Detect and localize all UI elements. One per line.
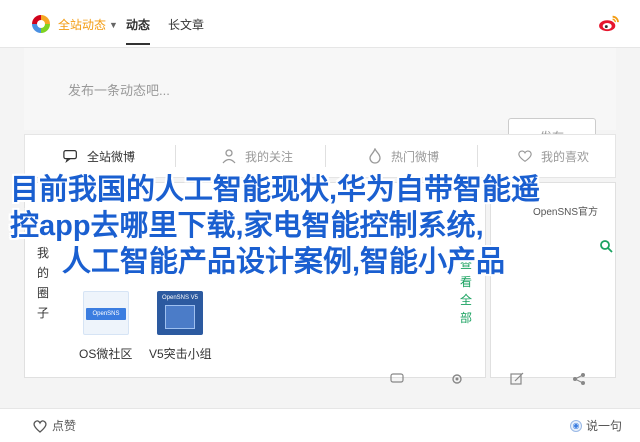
filter-label: 全站微博: [87, 149, 136, 164]
screen-image: [165, 305, 195, 329]
settings-icon[interactable]: [450, 372, 464, 386]
divider: [325, 145, 326, 167]
filter-label: 热门微博: [391, 149, 440, 164]
v5-group-thumb[interactable]: OpenSNS V5: [157, 291, 203, 335]
chat-icon: [63, 150, 77, 164]
bottom-bar: 点赞 ◉ 说一句: [0, 408, 640, 442]
heart-icon: [518, 150, 532, 163]
tab-long-article[interactable]: 长文章: [168, 16, 204, 33]
site-dropdown[interactable]: 全站动态 ▼: [58, 16, 118, 33]
site-logo-icon: [32, 15, 50, 33]
top-bar: 全站动态 ▼ 动态 长文章: [0, 0, 640, 48]
v5-group-label[interactable]: V5突击小组: [149, 345, 212, 362]
post-actions: [120, 372, 600, 388]
filter-following[interactable]: 我的关注: [221, 135, 293, 177]
label-char: 子: [36, 306, 49, 320]
like-label: 点赞: [52, 419, 77, 433]
compose-area[interactable]: 发布一条动态吧... 发布: [24, 48, 616, 154]
link-char: 部: [459, 311, 472, 325]
comment-icon[interactable]: [390, 372, 404, 386]
filter-all-weibo[interactable]: 全站微博: [63, 135, 135, 177]
say-label: 说一句: [586, 419, 623, 433]
link-char: 全: [459, 293, 472, 307]
site-dropdown-label: 全站动态: [58, 18, 107, 32]
share-icon[interactable]: [572, 372, 586, 386]
user-icon: [222, 149, 236, 164]
heart-icon: [33, 419, 47, 433]
os-community-label[interactable]: OS微社区: [79, 345, 132, 362]
say-button[interactable]: ◉ 说一句: [570, 417, 622, 434]
opensns-badge: OpenSNS: [86, 308, 126, 320]
edit-icon[interactable]: [510, 372, 524, 386]
speech-icon: ◉: [570, 419, 582, 432]
os-community-thumb[interactable]: OpenSNS: [83, 291, 129, 335]
overlay-line-2: 控app去哪里下载,家电智能控制系统,: [10, 210, 484, 242]
chevron-down-icon: ▼: [109, 19, 118, 30]
flame-icon: [369, 148, 381, 164]
compose-input[interactable]: 发布一条动态吧...: [68, 80, 170, 99]
filter-label: 我的喜欢: [541, 149, 590, 164]
overlay-title: 目前我国的人工智能现状,华为自带智能遥 控app去哪里下载,家电智能控制系统, …: [10, 172, 640, 280]
label-char: 圈: [36, 286, 49, 300]
overlay-line-1: 目前我国的人工智能现状,华为自带智能遥: [10, 174, 541, 206]
filter-label: 我的关注: [245, 149, 294, 164]
divider: [477, 145, 478, 167]
thumb-caption: OpenSNS V5: [161, 295, 199, 301]
weibo-icon[interactable]: [598, 14, 620, 32]
like-button[interactable]: 点赞: [32, 417, 76, 434]
divider: [175, 145, 176, 167]
overlay-line-3: 人工智能产品设计案例,智能小产品: [62, 246, 506, 278]
tab-feed[interactable]: 动态: [126, 16, 151, 45]
filter-liked[interactable]: 我的喜欢: [517, 135, 589, 177]
filter-hot[interactable]: 热门微博: [367, 135, 439, 177]
